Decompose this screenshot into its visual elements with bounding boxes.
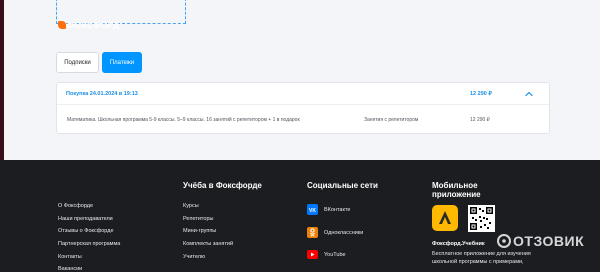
app-description: Бесплатное приложение для изучения школь…	[432, 251, 531, 265]
footer-mobile-title-1: Мобильное	[432, 181, 478, 190]
footer-social-title: Социальные сети	[307, 181, 378, 190]
vk-icon: VK	[307, 204, 318, 215]
ok-icon	[307, 227, 318, 238]
otzovik-watermark: ОТЗОВИК	[497, 233, 584, 249]
social-label-youtube: YouTube	[324, 251, 346, 258]
app-icon[interactable]	[432, 205, 458, 231]
footer-link-contacts[interactable]: Контакты	[58, 254, 82, 260]
tab-payments[interactable]: Платежи	[102, 52, 142, 73]
youtube-icon	[307, 250, 318, 259]
fox-logo-icon	[58, 21, 66, 29]
purchase-card: Покупка 24.01.2024 в 19:13 12 290 ₽ Мате…	[56, 82, 550, 134]
svg-text:VK: VK	[309, 208, 316, 213]
footer-link-teachers[interactable]: Наши преподаватели	[58, 216, 113, 222]
footer-link-minigroups[interactable]: Мини-группы	[183, 228, 216, 234]
purchase-total: 12 290 ₽	[470, 91, 492, 97]
logo-text: ФОКСФОРД	[67, 20, 120, 30]
purchase-title: Покупка 24.01.2024 в 19:13	[66, 91, 138, 97]
watermark-text: ОТЗОВИК	[513, 233, 585, 249]
tab-subscriptions[interactable]: Подписки	[56, 52, 99, 73]
footer-study-title: Учёба в Фоксфорде	[183, 181, 262, 190]
purchase-card-header[interactable]: Покупка 24.01.2024 в 19:13 12 290 ₽	[57, 83, 549, 105]
social-link-ok[interactable]: Одноклассники	[307, 227, 363, 238]
social-link-youtube[interactable]: YouTube	[307, 250, 346, 259]
social-label-ok: Одноклассники	[324, 229, 364, 236]
app-name: Фоксфорд.Учебник	[432, 241, 485, 247]
foxford-logo[interactable]: ФОКСФОРД	[58, 20, 120, 30]
purchase-item-description: Математика. Школьная программа 5-9 класс…	[67, 117, 300, 123]
purchase-item-type: Занятия с репетитором	[364, 117, 419, 123]
social-link-vk[interactable]: VK ВКонтакте	[307, 204, 350, 215]
qr-code-icon	[468, 205, 495, 232]
footer-link-vacancies[interactable]: Вакансии	[58, 266, 82, 272]
chevron-up-icon[interactable]	[524, 89, 534, 99]
footer-link-courses[interactable]: Курсы	[183, 203, 199, 209]
purchase-item-price: 12 290 ₽	[470, 117, 490, 123]
footer-link-about[interactable]: О Фоксфорде	[58, 203, 93, 209]
footer-link-lesson-packs[interactable]: Комплекты занятий	[183, 241, 233, 247]
social-label-vk: ВКонтакте	[324, 206, 351, 213]
watermark-icon	[497, 234, 511, 248]
footer-link-reviews[interactable]: Отзывы о Фоксфорде	[58, 228, 114, 234]
footer-link-partners[interactable]: Партнерская программа	[58, 241, 120, 247]
footer-link-tutors[interactable]: Репетиторы	[183, 216, 213, 222]
footer-link-teacher[interactable]: Учителю	[183, 254, 205, 260]
footer-mobile-title-2: приложение	[432, 190, 481, 199]
